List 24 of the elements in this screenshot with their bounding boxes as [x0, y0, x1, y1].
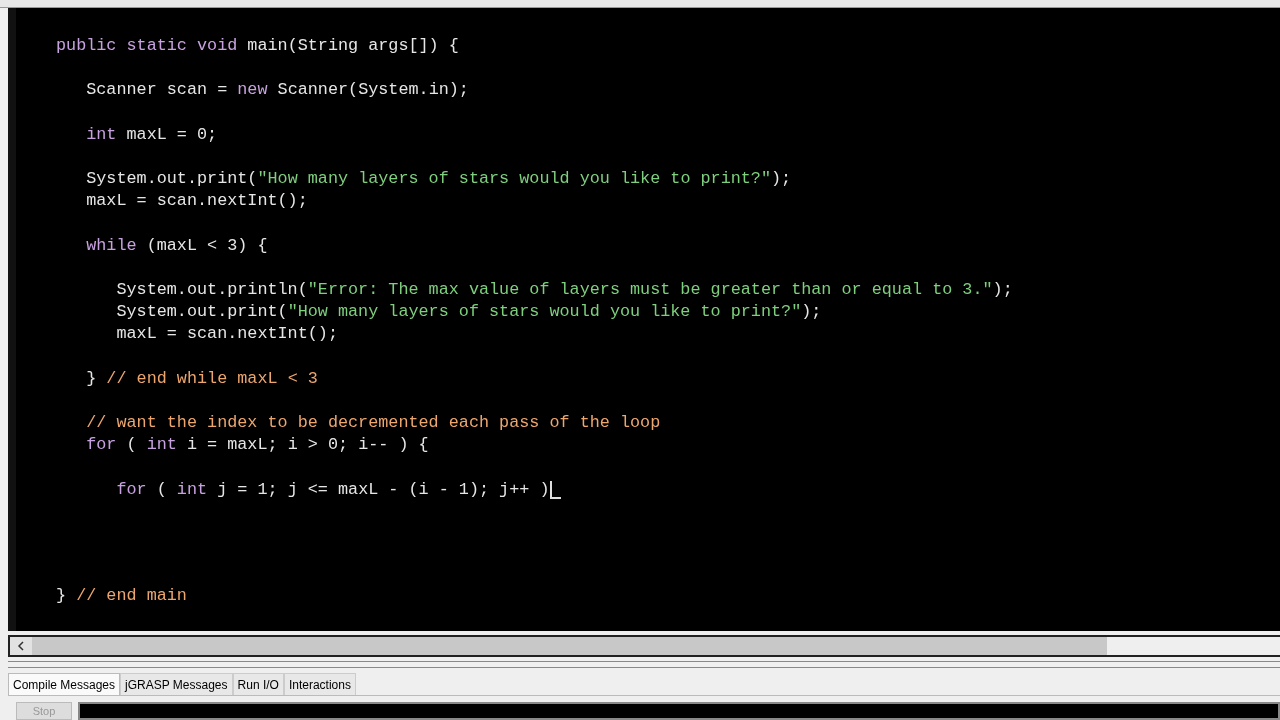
- message-tab[interactable]: Interactions: [283, 673, 356, 695]
- scroll-left-button[interactable]: [10, 637, 32, 656]
- code-line: System.out.print("How many layers of stars would you like to print?");: [85, 168, 792, 191]
- code-line: while (maxL < 3) {: [85, 234, 268, 257]
- message-tab[interactable]: jGRASP Messages: [120, 673, 233, 695]
- chevron-left-icon: [17, 641, 25, 652]
- code-line: } // end main: [56, 584, 187, 607]
- code-line: maxL = scan.nextInt();: [115, 323, 338, 346]
- console-output[interactable]: [78, 702, 1280, 720]
- code-line: System.out.print("How many layers of stars would you like to print?");: [115, 301, 822, 324]
- code-line: int maxL = 0;: [85, 123, 218, 146]
- horizontal-scrollbar[interactable]: [8, 635, 1280, 658]
- code-line: // want the index to be decremented each pass of the loop: [85, 412, 661, 435]
- code-line: for ( int j = 1; j <= maxL - (i - 1); j++ ): [115, 478, 550, 501]
- code-line: Scanner scan = new Scanner(System.in);: [85, 79, 469, 102]
- code-line: } // end while maxL < 3: [85, 367, 318, 390]
- code-line: for ( int i = maxL; i > 0; i-- ) {: [85, 434, 429, 457]
- code-line: maxL = scan.nextInt();: [85, 190, 308, 213]
- code-line: public static void main(String args[]) {: [56, 34, 459, 57]
- message-tab[interactable]: Compile Messages: [8, 673, 121, 695]
- code-editor[interactable]: [8, 7, 1280, 632]
- message-tab[interactable]: Run I/O: [232, 673, 284, 695]
- scroll-thumb[interactable]: [32, 637, 1107, 656]
- code-line: System.out.println("Error: The max value of layers must be greater than or equal to 3.");: [115, 279, 1013, 301]
